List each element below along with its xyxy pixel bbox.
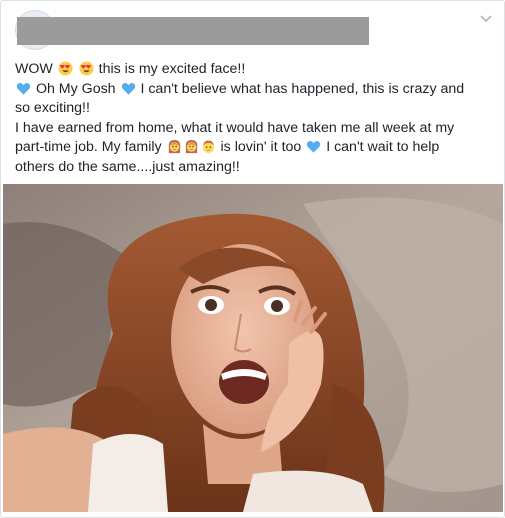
- post-text-line: so exciting!!: [15, 99, 495, 119]
- heart-eyes-icon: [58, 61, 73, 76]
- post-text-segment: I can't wait to help: [322, 139, 440, 155]
- blue-heart-icon: [16, 81, 31, 96]
- redacted-author-name: [17, 17, 369, 45]
- post-text-line: others do the same....just amazing!!: [15, 158, 495, 178]
- woman-face-icon: [167, 139, 182, 154]
- man-face-icon: [201, 139, 216, 154]
- post-text-segment: Oh My Gosh: [32, 80, 120, 97]
- post-text-segment: others do the same....just amazing!!: [15, 158, 240, 175]
- excited-woman-selfie: [3, 184, 503, 512]
- post-text-line: I have earned from home, what it would h…: [15, 119, 495, 139]
- post-text-line: part-time job. My family is lovin' it to…: [15, 138, 495, 158]
- post-text-line: WOW this is my excited face!!: [15, 60, 495, 80]
- chevron-down-icon[interactable]: [479, 12, 493, 26]
- feed-post: WOW this is my excited face!! Oh My Gosh…: [0, 0, 505, 518]
- post-text-segment: WOW: [15, 61, 57, 77]
- post-text-segment: is lovin' it too: [216, 139, 306, 155]
- heart-eyes-icon: [79, 61, 94, 76]
- woman-face-icon: [184, 139, 199, 154]
- post-text-segment: [74, 61, 78, 77]
- post-text-segment: I can't believe what has happened, this …: [136, 80, 465, 97]
- post-text-segment: I have earned from home, what it would h…: [15, 119, 455, 136]
- post-text-line: Oh My Gosh I can't believe what has happ…: [15, 80, 495, 100]
- blue-heart-icon: [121, 81, 136, 96]
- post-header: [1, 1, 505, 51]
- post-photo[interactable]: [3, 184, 503, 512]
- post-text-segment: so exciting!!: [15, 100, 90, 116]
- post-text-segment: this is my excited face!!: [94, 61, 246, 77]
- post-message: WOW this is my excited face!! Oh My Gosh…: [15, 60, 495, 177]
- blue-heart-icon: [306, 139, 321, 154]
- post-text-segment: part-time job. My family: [15, 139, 166, 155]
